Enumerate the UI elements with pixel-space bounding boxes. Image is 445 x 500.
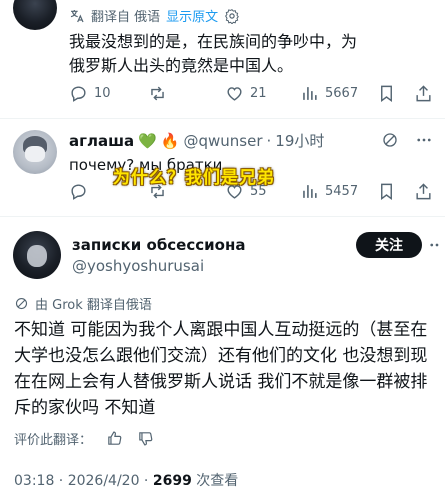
share-icon [416, 183, 431, 200]
view-count: 5457 [325, 184, 359, 199]
view-label: 次查看 [191, 473, 239, 489]
reply-icon [71, 184, 86, 200]
follow-button[interactable]: 关注 [356, 232, 422, 258]
view-count: 2699 [152, 473, 192, 489]
repost-icon [151, 86, 164, 101]
handle[interactable]: @yoshyoshurusai [72, 257, 204, 275]
reply-button[interactable]: 10 [69, 84, 111, 103]
display-name[interactable]: аглаша [69, 132, 134, 150]
bookmark-icon [381, 183, 392, 201]
more-icon[interactable] [428, 236, 445, 254]
share-icon [416, 85, 431, 102]
like-count: 21 [250, 86, 267, 101]
more-icon[interactable] [415, 131, 433, 149]
divider [0, 216, 445, 217]
like-count: 55 [250, 184, 267, 199]
rate-translation-bar: 评价此翻译： [14, 429, 154, 448]
thumbs-down-icon[interactable] [137, 430, 154, 447]
avatar[interactable] [13, 130, 57, 174]
display-name[interactable]: записки обсессиона [72, 236, 245, 254]
analytics-icon [303, 185, 317, 198]
views-button[interactable]: 5667 [300, 84, 358, 103]
post-3-text: 不知道 可能因为我个人离跟中国人互动挺远的（甚至在大学也没怎么跟他们交流）还有他… [14, 320, 428, 418]
green-heart-emoji: 💚 [138, 131, 157, 150]
grok-translation-bar: 由 Grok 翻译自俄语 [14, 294, 152, 313]
heart-icon [227, 185, 242, 199]
show-original-link[interactable]: 显示原文 [166, 6, 218, 25]
post-2-header: аглаша 💚 🔥 @qwunser · 19小时 [69, 130, 325, 151]
analytics-icon [303, 87, 317, 100]
translation-label: 翻译自 俄语 [91, 10, 161, 25]
share-button[interactable] [414, 84, 433, 103]
rate-translation-label: 评价此翻译： [14, 433, 93, 448]
view-count: 5667 [325, 86, 359, 101]
repost-icon [151, 184, 164, 199]
bookmark-button[interactable] [377, 84, 396, 103]
grok-translation-label: 由 Grok 翻译自俄语 [35, 298, 152, 313]
like-button[interactable]: 55 [225, 182, 267, 201]
bookmark-icon [381, 85, 392, 103]
post-1-text: 我最没想到的是，在民族间的争吵中，为俄罗斯人出头的竟然是中国人。 [69, 32, 358, 75]
bookmark-button[interactable] [377, 182, 396, 201]
reply-icon [71, 86, 86, 102]
repost-button[interactable] [148, 182, 167, 201]
fire-emoji: 🔥 [160, 131, 180, 150]
share-button[interactable] [414, 182, 433, 201]
gear-icon[interactable] [224, 8, 240, 24]
thumbs-up-icon[interactable] [106, 430, 123, 447]
translate-icon [70, 9, 84, 22]
views-button[interactable]: 5457 [300, 182, 358, 201]
avatar[interactable] [13, 0, 57, 30]
divider [0, 118, 445, 119]
timestamp[interactable]: 03:18 · 2026/4/20 · [14, 473, 153, 489]
repost-button[interactable] [148, 84, 167, 103]
like-button[interactable]: 21 [225, 84, 267, 103]
post-meta: 03:18 · 2026/4/20 · 2699 次查看 [14, 470, 238, 490]
reply-button[interactable] [69, 182, 88, 201]
translation-bar: 翻译自 俄语 显示原文 [69, 6, 240, 25]
avatar[interactable] [13, 231, 61, 279]
post-time[interactable]: 19小时 [275, 130, 324, 151]
no-translate-icon[interactable] [381, 131, 399, 149]
handle[interactable]: @qwunser [184, 132, 263, 150]
heart-icon [227, 87, 242, 101]
no-translate-icon [15, 297, 28, 310]
reply-count: 10 [94, 86, 111, 101]
